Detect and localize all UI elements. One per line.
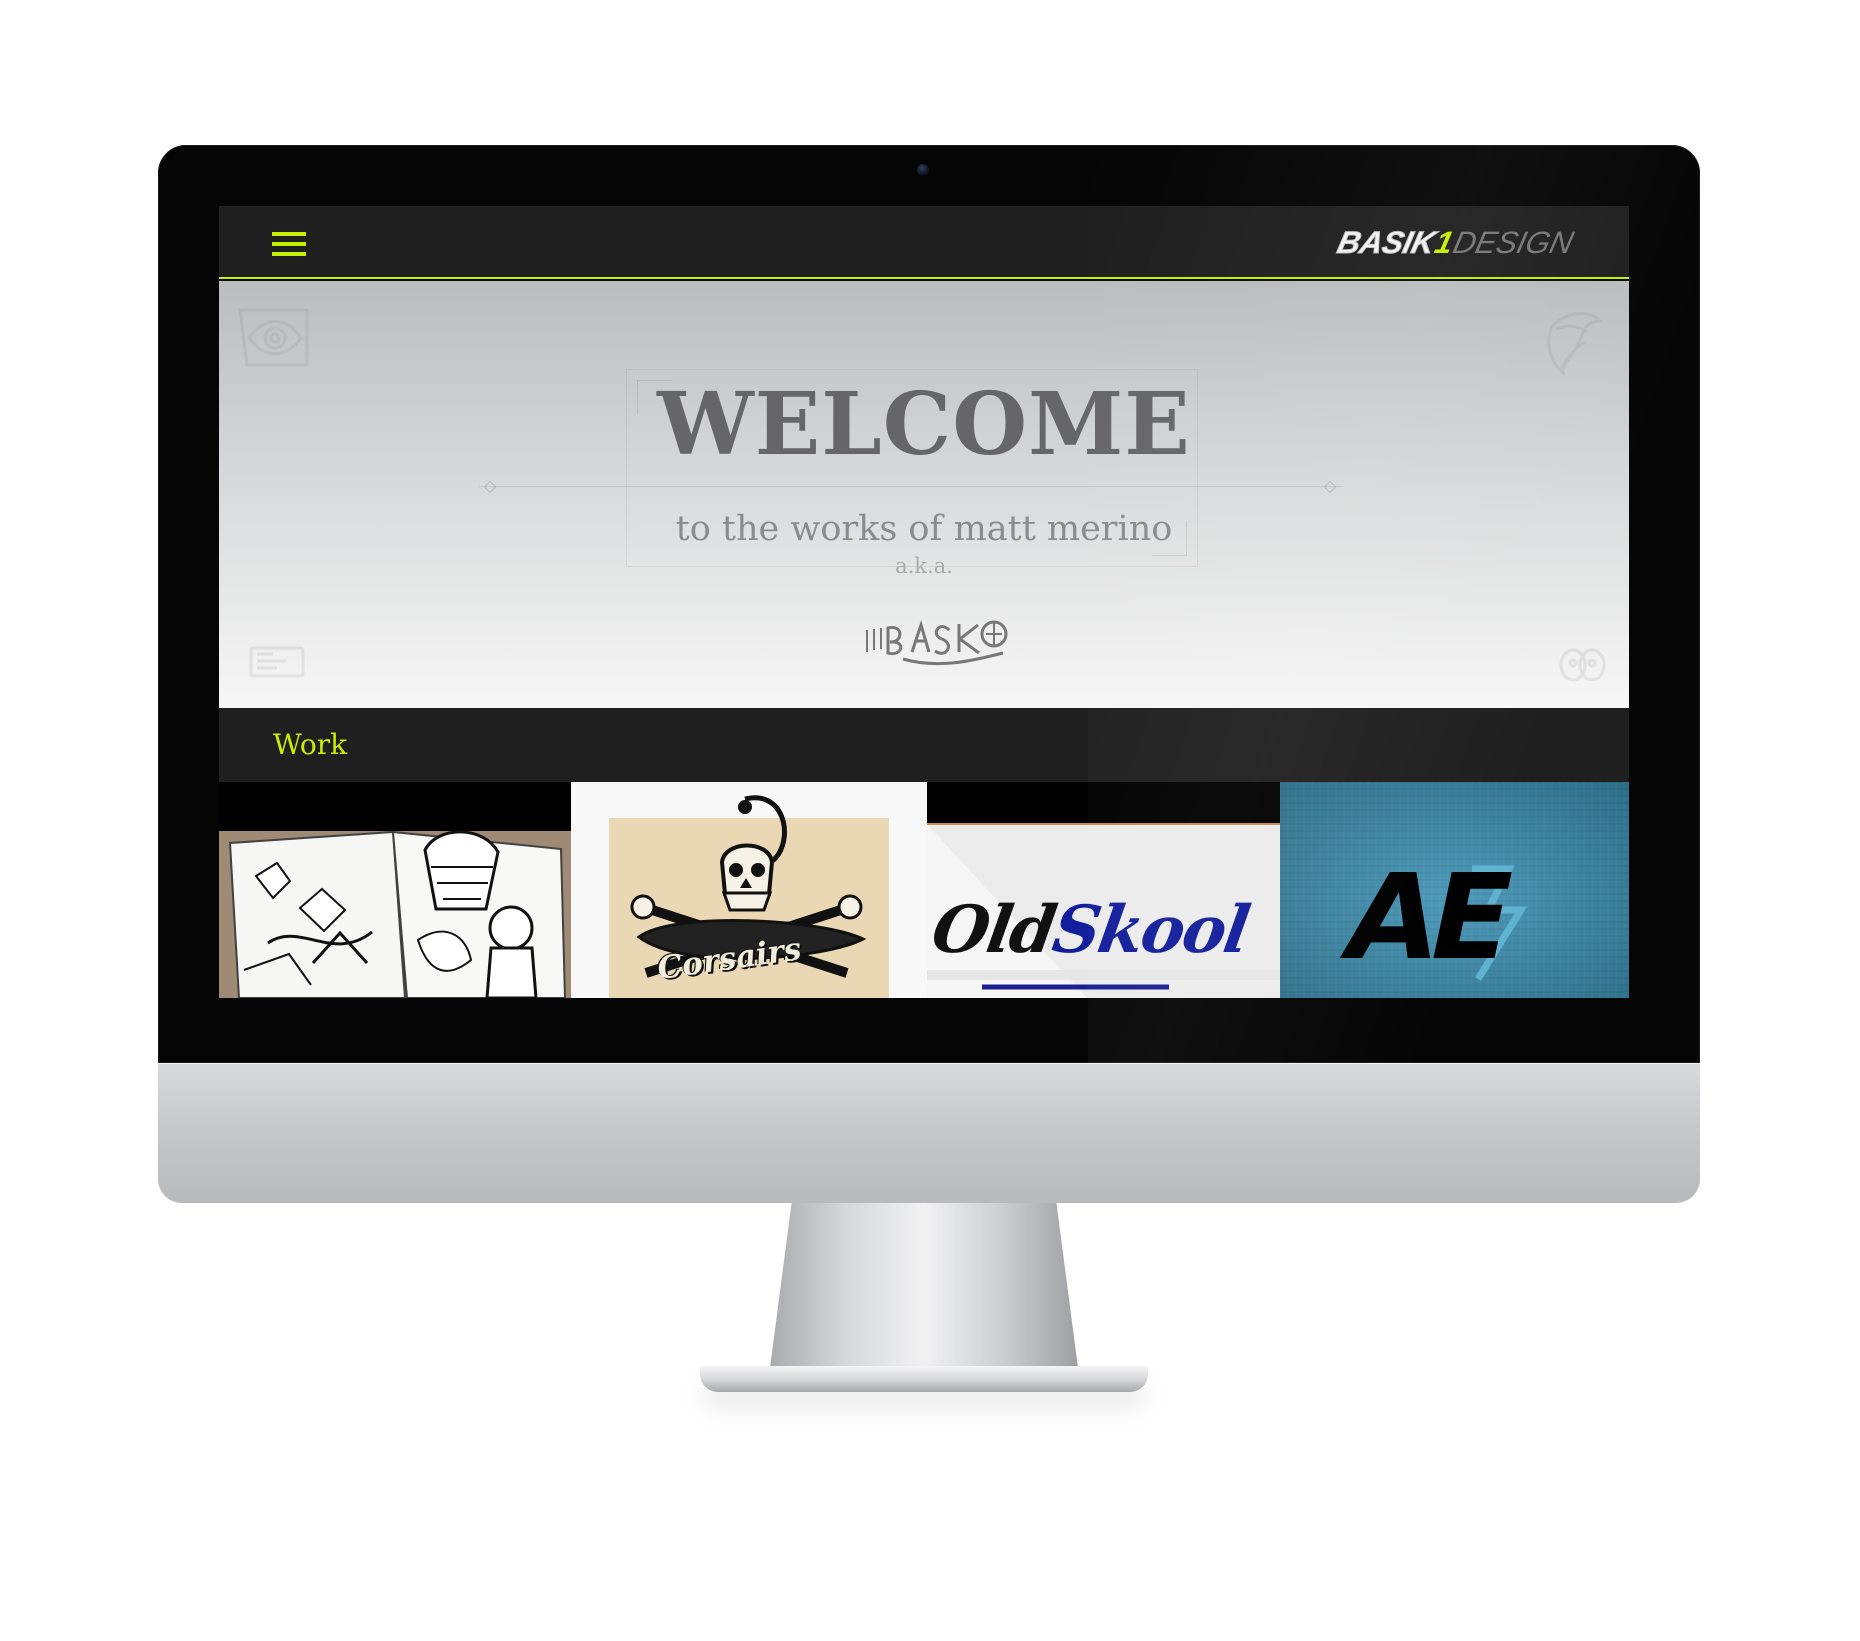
coloring-book-work-tile[interactable]	[219, 782, 571, 998]
brand-sub-text: DESIGN	[1450, 225, 1578, 260]
old-skool-logo-thumbnail	[927, 782, 1280, 998]
basik-signature-logo	[866, 620, 1008, 666]
welcome-subtitle: to the works of matt merino	[675, 509, 1173, 549]
skull-emblem-thumbnail	[571, 782, 927, 998]
website-screen: BASIK 1 DESIGN WELCOME ◇ ◇ to the works …	[219, 206, 1629, 998]
welcome-hero: WELCOME ◇ ◇ to the works of matt merino …	[219, 281, 1629, 708]
menu-line	[272, 252, 306, 256]
ae-logo-thumbnail	[1280, 782, 1629, 998]
webcam-icon	[917, 164, 929, 176]
site-header: BASIK 1 DESIGN	[219, 206, 1629, 279]
eye-decor-icon	[238, 308, 309, 367]
work-gallery: Corsairs OldSkool AE	[219, 782, 1629, 998]
face-decor-icon	[1559, 648, 1606, 682]
left-ornament-icon: ◇	[483, 478, 497, 495]
brand-main-text: BASIK	[1334, 225, 1440, 261]
brand-logo[interactable]: BASIK 1 DESIGN	[1334, 225, 1578, 261]
menu-line	[272, 242, 306, 246]
work-heading: Work	[273, 728, 348, 761]
hamburger-menu-icon[interactable]	[272, 232, 306, 256]
illustrated-book-thumbnail	[219, 782, 571, 998]
hero-divider	[479, 486, 1343, 487]
aka-text: a.k.a.	[895, 554, 953, 578]
welcome-heading: WELCOME	[657, 374, 1191, 475]
leaf-decor-icon	[1547, 312, 1603, 376]
ae-work-tile[interactable]: AE	[1280, 782, 1629, 998]
monitor-mockup-scene: BASIK 1 DESIGN WELCOME ◇ ◇ to the works …	[0, 0, 1860, 1641]
work-section-header: Work	[219, 708, 1629, 782]
monitor-stand-neck	[770, 1203, 1078, 1368]
menu-line	[272, 232, 306, 236]
old-skool-work-tile[interactable]: OldSkool	[927, 782, 1280, 998]
box-decor-icon	[249, 646, 305, 678]
corsairs-work-tile[interactable]: Corsairs	[571, 782, 927, 998]
right-ornament-icon: ◇	[1323, 478, 1337, 495]
monitor-chin	[158, 1063, 1700, 1203]
monitor-stand-base	[700, 1366, 1148, 1392]
